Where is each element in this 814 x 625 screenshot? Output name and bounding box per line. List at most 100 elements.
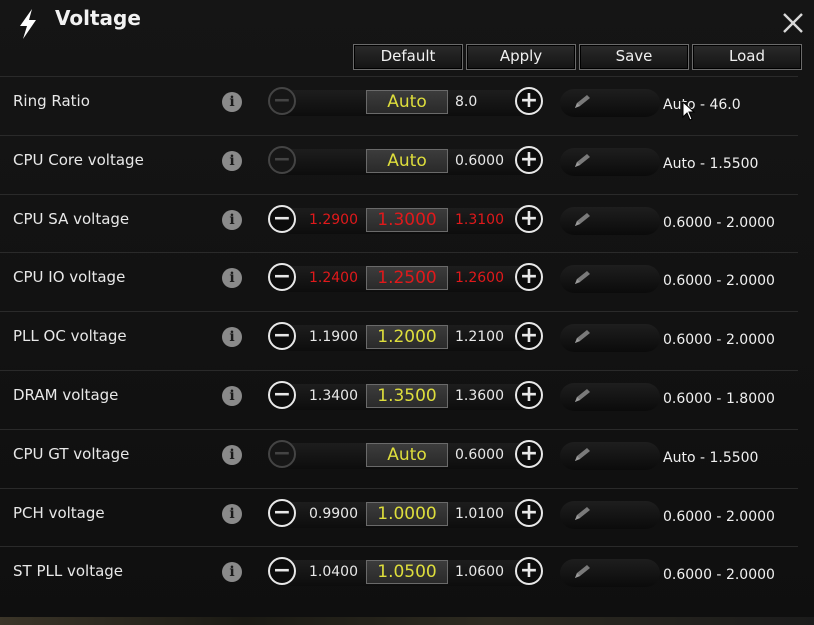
value-range: 0.6000 - 2.0000 (663, 214, 775, 231)
row-divider (0, 193, 798, 195)
save-button[interactable]: Save (579, 44, 689, 70)
setting-label: ST PLL voltage (13, 562, 124, 581)
pencil-icon (575, 330, 590, 344)
increase-button[interactable]: + (515, 439, 543, 468)
upper-step-value: 1.2600 (455, 270, 504, 287)
current-value-field[interactable]: 1.2500 (366, 266, 448, 291)
increase-button[interactable]: + (515, 87, 543, 115)
info-icon[interactable]: i (222, 327, 242, 348)
row-divider (0, 428, 798, 430)
pencil-icon (575, 95, 590, 108)
lower-step-value: 1.3400 (309, 388, 358, 404)
setting-row: DRAM voltage i − 1.3400 1.3500 1.3600 + … (0, 370, 814, 428)
setting-label: CPU Core voltage (13, 150, 144, 169)
decrease-button[interactable]: − (268, 87, 296, 115)
page-title: Voltage (55, 6, 141, 30)
setting-label: PLL OC voltage (13, 327, 127, 346)
value-range: 0.6000 - 2.0000 (663, 508, 775, 525)
current-value-field[interactable]: 1.3000 (366, 207, 448, 232)
default-button[interactable]: Default (353, 44, 463, 70)
value-range: Auto - 1.5500 (663, 155, 759, 172)
mouse-cursor-icon (682, 101, 696, 121)
upper-step-value: 1.2100 (455, 329, 504, 346)
load-button[interactable]: Load (692, 44, 802, 70)
upper-step-value: 0.6000 (455, 152, 504, 169)
bottom-edge (0, 617, 814, 625)
window-header: Voltage Default Apply Save Load (0, 0, 814, 74)
value-range: 0.6000 - 2.0000 (663, 567, 775, 584)
setting-row: PCH voltage i − 0.9900 1.0000 1.0100 + 0… (0, 487, 814, 546)
info-icon[interactable]: i (222, 209, 242, 230)
apply-button[interactable]: Apply (466, 44, 576, 70)
current-value-field[interactable]: 1.3500 (366, 384, 448, 408)
value-range: 0.6000 - 2.0000 (663, 332, 775, 349)
row-divider (0, 487, 798, 489)
row-divider (0, 370, 798, 371)
setting-label: CPU SA voltage (13, 209, 130, 228)
lower-step-value: 1.1900 (309, 329, 358, 346)
current-value-field[interactable]: Auto (366, 148, 448, 173)
value-range: 0.6000 - 2.0000 (663, 273, 775, 290)
info-icon[interactable]: i (222, 503, 242, 524)
pencil-icon (575, 271, 590, 285)
info-icon[interactable]: i (222, 268, 242, 289)
lightning-icon (20, 9, 36, 39)
row-divider (0, 134, 798, 136)
toolbar: Default Apply Save Load (0, 44, 814, 70)
setting-label: Ring Ratio (13, 92, 90, 110)
upper-step-value: 1.3100 (455, 211, 504, 228)
lower-step-value: 1.0400 (309, 564, 358, 581)
pencil-icon (575, 153, 590, 167)
info-icon[interactable]: i (222, 150, 242, 171)
current-value-field[interactable]: Auto (366, 442, 448, 467)
setting-label: CPU GT voltage (13, 444, 130, 463)
increase-button[interactable]: + (515, 322, 543, 351)
upper-step-value: 1.0100 (455, 505, 504, 522)
current-value-field[interactable]: Auto (366, 90, 448, 114)
pencil-icon (575, 389, 590, 402)
row-divider (0, 546, 798, 548)
decrease-button[interactable]: − (268, 381, 296, 409)
decrease-button[interactable]: − (268, 145, 296, 174)
info-icon[interactable]: i (222, 386, 242, 406)
pencil-icon (575, 212, 590, 226)
decrease-button[interactable]: − (268, 204, 296, 233)
increase-button[interactable]: + (515, 498, 543, 527)
upper-step-value: 0.6000 (455, 446, 504, 463)
pencil-icon (575, 506, 590, 520)
info-icon[interactable]: i (222, 92, 242, 112)
increase-button[interactable]: + (515, 381, 543, 409)
decrease-button[interactable]: − (268, 498, 296, 527)
close-icon[interactable] (780, 10, 806, 36)
row-divider (0, 311, 798, 313)
increase-button[interactable]: + (515, 204, 543, 233)
value-range: Auto - 1.5500 (663, 449, 759, 466)
lower-step-value: 1.2400 (309, 270, 358, 287)
current-value-field[interactable]: 1.0500 (366, 560, 448, 585)
setting-row: CPU Core voltage i − Auto 0.6000 + Auto … (0, 134, 814, 193)
setting-label: DRAM voltage (13, 386, 119, 404)
value-range: 0.6000 - 1.8000 (663, 391, 775, 407)
setting-row: CPU SA voltage i − 1.2900 1.3000 1.3100 … (0, 193, 814, 252)
info-icon[interactable]: i (222, 562, 242, 583)
setting-row: PLL OC voltage i − 1.1900 1.2000 1.2100 … (0, 311, 814, 369)
setting-row: CPU IO voltage i − 1.2400 1.2500 1.2600 … (0, 252, 814, 310)
pencil-icon (575, 565, 590, 579)
decrease-button[interactable]: − (268, 439, 296, 468)
info-icon[interactable]: i (222, 444, 242, 465)
row-divider (0, 76, 798, 77)
lower-step-value: 1.2900 (309, 211, 358, 228)
row-divider (0, 252, 798, 254)
current-value-field[interactable]: 1.0000 (366, 501, 448, 526)
upper-step-value: 8.0 (455, 94, 478, 110)
voltage-window: Voltage Default Apply Save Load Ring Rat… (0, 0, 814, 625)
value-range: Auto - 46.0 (663, 97, 741, 113)
upper-step-value: 1.3600 (455, 388, 504, 404)
lower-step-value: 0.9900 (309, 505, 358, 522)
decrease-button[interactable]: − (268, 322, 296, 351)
setting-row: CPU GT voltage i − Auto 0.6000 + Auto - … (0, 428, 814, 487)
increase-button[interactable]: + (515, 145, 543, 174)
setting-label: CPU IO voltage (13, 268, 126, 287)
current-value-field[interactable]: 1.2000 (366, 325, 448, 350)
setting-label: PCH voltage (13, 503, 105, 522)
